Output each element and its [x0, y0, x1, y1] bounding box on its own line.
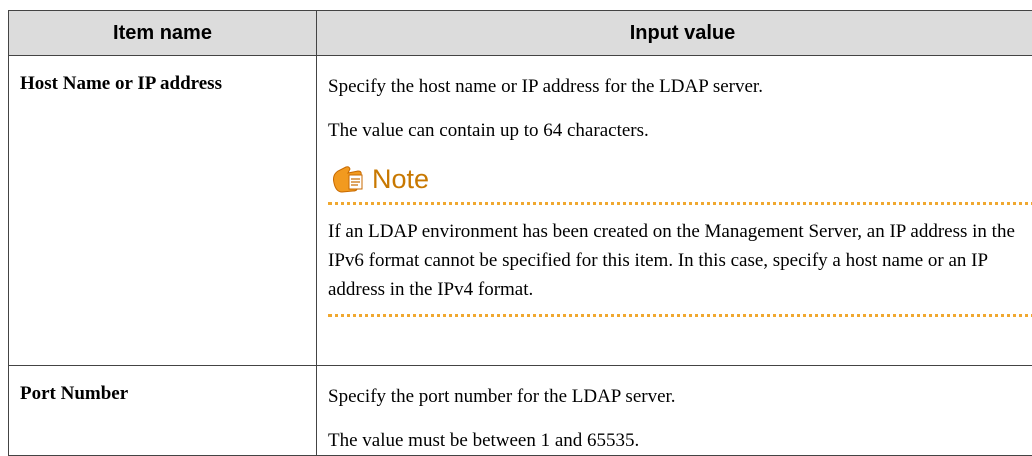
note-header: Note [328, 159, 1032, 205]
description-text: The value must be between 1 and 65535. [328, 427, 1032, 455]
description-text: Specify the host name or IP address for … [328, 73, 1032, 101]
item-name-cell: Port Number [9, 366, 317, 456]
note-title: Note [372, 164, 429, 195]
input-value-cell: Specify the port number for the LDAP ser… [317, 366, 1032, 456]
description-text: Specify the port number for the LDAP ser… [328, 383, 1032, 411]
description-text: The value can contain up to 64 character… [328, 117, 1032, 145]
note-hand-icon [328, 161, 366, 197]
settings-table: Item name Input value Host Name or IP ad… [8, 10, 1032, 456]
column-header-item-name: Item name [9, 11, 317, 56]
note-text: If an LDAP environment has been created … [328, 205, 1032, 317]
column-header-input-value: Input value [317, 11, 1032, 56]
item-name-cell: Host Name or IP address [9, 56, 317, 366]
table-row: Host Name or IP address Specify the host… [9, 56, 1032, 366]
table-row: Port Number Specify the port number for … [9, 366, 1032, 456]
table-header-row: Item name Input value [9, 11, 1032, 56]
note-box: Note If an LDAP environment has been cre… [328, 159, 1032, 317]
input-value-cell: Specify the host name or IP address for … [317, 56, 1032, 366]
